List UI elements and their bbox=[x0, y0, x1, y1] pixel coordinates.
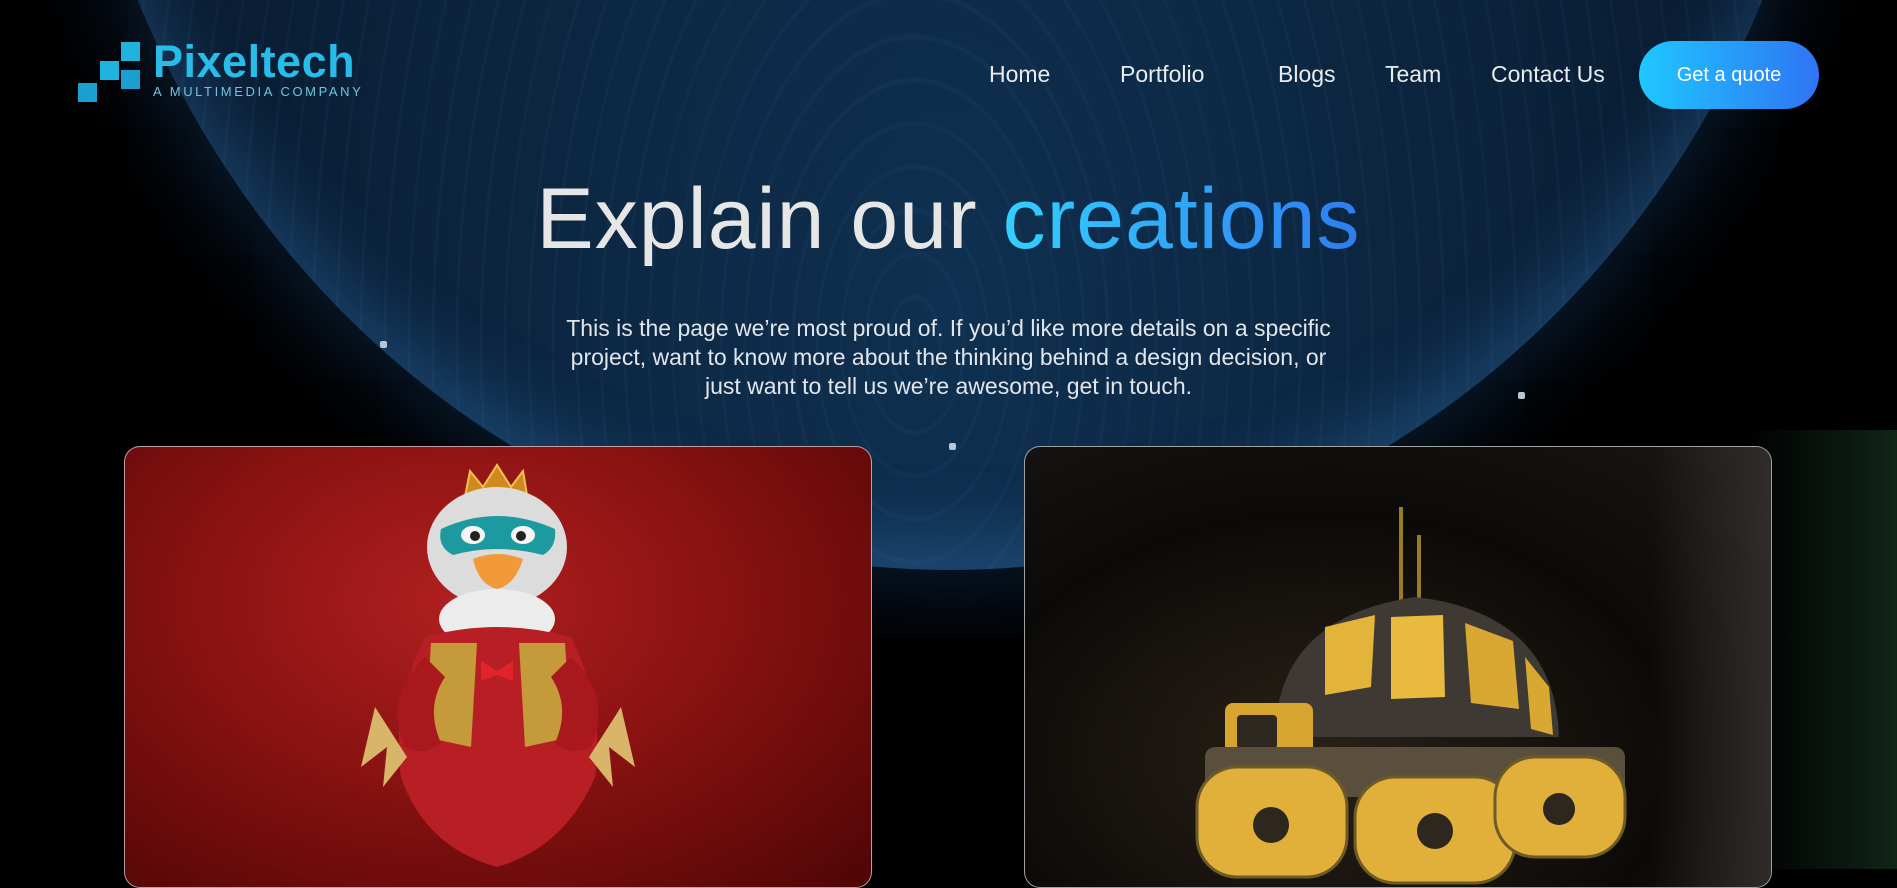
nav-team[interactable]: Team bbox=[1385, 61, 1441, 88]
nav-home[interactable]: Home bbox=[989, 61, 1050, 88]
brand-name: Pixeltech bbox=[153, 36, 356, 87]
hero-title-plain: Explain our bbox=[536, 171, 978, 267]
hero-title-accent: creations bbox=[1002, 171, 1361, 267]
portfolio-card[interactable] bbox=[1024, 446, 1772, 888]
pixel-logo-icon bbox=[78, 40, 140, 102]
nav-contact-us[interactable]: Contact Us bbox=[1491, 61, 1605, 88]
brand-tagline: A MULTIMEDIA COMPANY bbox=[153, 84, 364, 99]
site-header: Pixeltech A MULTIMEDIA COMPANY Home Port… bbox=[0, 0, 1897, 150]
logo[interactable]: Pixeltech A MULTIMEDIA COMPANY bbox=[78, 36, 364, 102]
portfolio-card[interactable] bbox=[124, 446, 872, 888]
star-dot bbox=[380, 341, 387, 348]
star-dot bbox=[1518, 392, 1525, 399]
hero-title: Explain our creations bbox=[0, 170, 1897, 269]
yellow-tank-robot-image bbox=[1195, 507, 1627, 885]
penguin-character-image bbox=[361, 463, 635, 867]
nav-portfolio[interactable]: Portfolio bbox=[1120, 61, 1204, 88]
star-dot bbox=[949, 443, 956, 450]
hero-description: This is the page we’re most proud of. If… bbox=[566, 315, 1331, 399]
nav-blogs[interactable]: Blogs bbox=[1278, 61, 1336, 88]
get-a-quote-button[interactable]: Get a quote bbox=[1639, 41, 1819, 109]
